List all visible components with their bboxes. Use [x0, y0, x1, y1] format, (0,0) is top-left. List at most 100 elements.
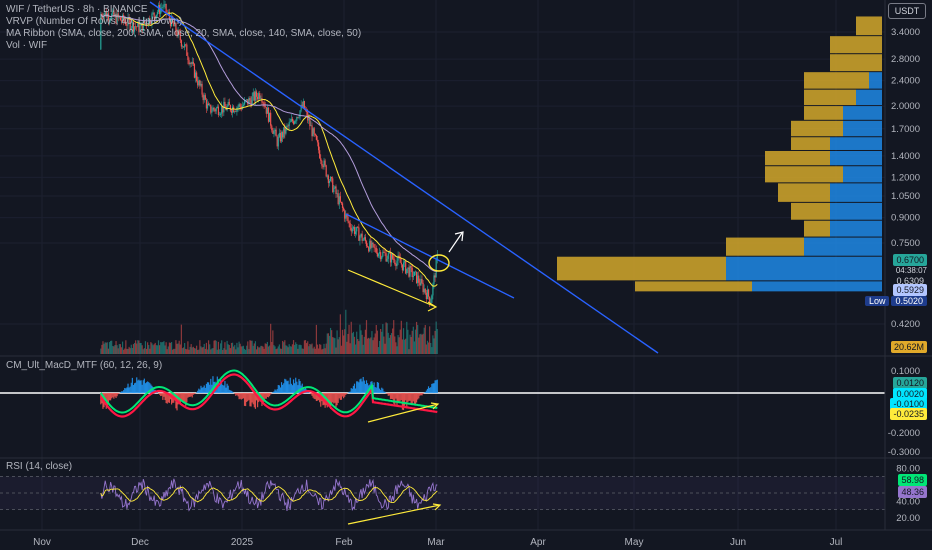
volume-bar	[417, 325, 419, 354]
currency-unit-badge[interactable]: USDT	[888, 3, 926, 19]
volume-bar	[326, 333, 328, 354]
macd-histogram-bar	[164, 393, 166, 401]
volume-bar	[163, 341, 165, 354]
macd-histogram-bar	[205, 383, 208, 393]
volume-bar	[120, 347, 123, 354]
macd-histogram-bar	[248, 393, 250, 400]
volume-bar	[233, 346, 235, 354]
volume-bar	[280, 348, 283, 354]
volume-bar	[310, 344, 312, 354]
candle-body	[323, 160, 325, 168]
candle-body	[216, 106, 218, 108]
candle-body	[399, 258, 401, 263]
macd-histogram-bar	[373, 382, 375, 393]
candle-body	[414, 271, 417, 273]
symbol-title[interactable]: WIF / TetherUS · 8h · BINANCE	[6, 4, 148, 16]
volume-bar	[144, 341, 147, 354]
macd-histogram-bar	[249, 393, 251, 407]
candle-body	[355, 231, 357, 235]
macd-legend[interactable]: CM_Ult_MacD_MTF (60, 12, 26, 9)	[6, 360, 162, 372]
sma-sma-20-line	[100, 12, 438, 287]
candle-body	[208, 103, 210, 106]
volume-bar	[111, 340, 113, 354]
candle-body	[336, 193, 338, 194]
macd-histogram-bar	[400, 393, 402, 401]
candle-body	[361, 233, 363, 241]
volume-bar	[331, 330, 333, 354]
volume-bar	[107, 348, 110, 354]
macd-histogram-bar	[131, 377, 133, 393]
volume-bar	[390, 333, 393, 354]
volume-bar	[314, 348, 316, 354]
time-tick-label: May	[625, 537, 644, 548]
macd-histogram-bar	[139, 380, 141, 393]
candle-body	[237, 106, 239, 108]
macd-histogram-bar	[229, 390, 231, 393]
volume-bar	[295, 342, 297, 354]
macd-value-tag: -0.0235	[890, 408, 927, 420]
volume-bar	[210, 349, 212, 354]
volume-bar	[251, 340, 253, 354]
vrvp-up-bar	[830, 137, 882, 150]
trading-chart[interactable]: 3.4000 2.8000 2.4000 2.0000 1.7000 1.4000 1.20…	[0, 0, 932, 550]
volume-bar	[372, 340, 374, 354]
volume-bar	[432, 335, 434, 354]
rsi-legend[interactable]: RSI (14, close)	[6, 461, 72, 473]
volume-bar	[108, 342, 111, 354]
candle-body	[434, 275, 436, 278]
volume-bar	[235, 349, 237, 354]
ma-ribbon-legend[interactable]: MA Ribbon (SMA, close, 200, SMA, close, …	[6, 28, 361, 40]
candle-body	[431, 295, 433, 303]
candle-body	[196, 72, 198, 81]
volume-bar	[387, 332, 389, 354]
volume-bar	[166, 349, 168, 354]
candle-body	[394, 259, 396, 264]
volume-bar	[238, 341, 240, 354]
volume-bar	[276, 348, 278, 354]
candle-body	[435, 259, 437, 278]
macd-histogram-bar	[360, 378, 362, 393]
macd-histogram-bar	[430, 387, 432, 393]
macd-histogram-bar	[202, 387, 204, 393]
macd-histogram-bar	[339, 393, 341, 400]
candle-body	[310, 125, 312, 127]
volume-bar	[241, 346, 243, 354]
vrvp-up-bar	[843, 166, 882, 183]
volume-bar	[113, 346, 115, 354]
vrvp-legend[interactable]: VRVP (Number Of Rows, 40, Up/Down)	[6, 16, 182, 28]
volume-bar	[329, 327, 332, 354]
volume-bar	[250, 340, 252, 354]
macd-histogram-bar	[338, 393, 340, 399]
volume-bar	[376, 330, 378, 354]
macd-histogram-bar	[191, 393, 193, 398]
macd-histogram-bar	[130, 382, 132, 393]
volume-bar	[103, 343, 105, 354]
candle-body	[205, 99, 208, 109]
volume-bar	[388, 337, 390, 354]
volume-bar	[218, 349, 221, 354]
candle-body	[279, 132, 282, 142]
macd-histogram-bar	[292, 379, 295, 393]
macd-histogram-bar	[124, 387, 126, 393]
candle-body	[161, 7, 163, 9]
volume-legend[interactable]: Vol · WIF	[6, 40, 47, 52]
macd-histogram-bar	[236, 393, 238, 395]
volume-bar	[378, 340, 381, 354]
candle-body	[238, 104, 240, 107]
volume-bar	[185, 348, 187, 354]
volume-bar	[415, 321, 418, 354]
volume-bar	[264, 343, 266, 354]
volume-bar	[355, 344, 357, 354]
macd-histogram-bar	[117, 393, 119, 395]
volume-bar	[153, 344, 155, 354]
candle-body	[302, 101, 304, 108]
macd-histogram-bar	[344, 393, 346, 397]
volume-bar	[324, 348, 326, 354]
volume-bar	[221, 340, 223, 354]
volume-bar	[288, 344, 290, 354]
macd-histogram-bar	[340, 393, 343, 400]
volume-bar	[117, 348, 119, 354]
candle-body	[419, 282, 421, 286]
volume-bar	[377, 347, 380, 354]
candle-body	[267, 107, 270, 122]
